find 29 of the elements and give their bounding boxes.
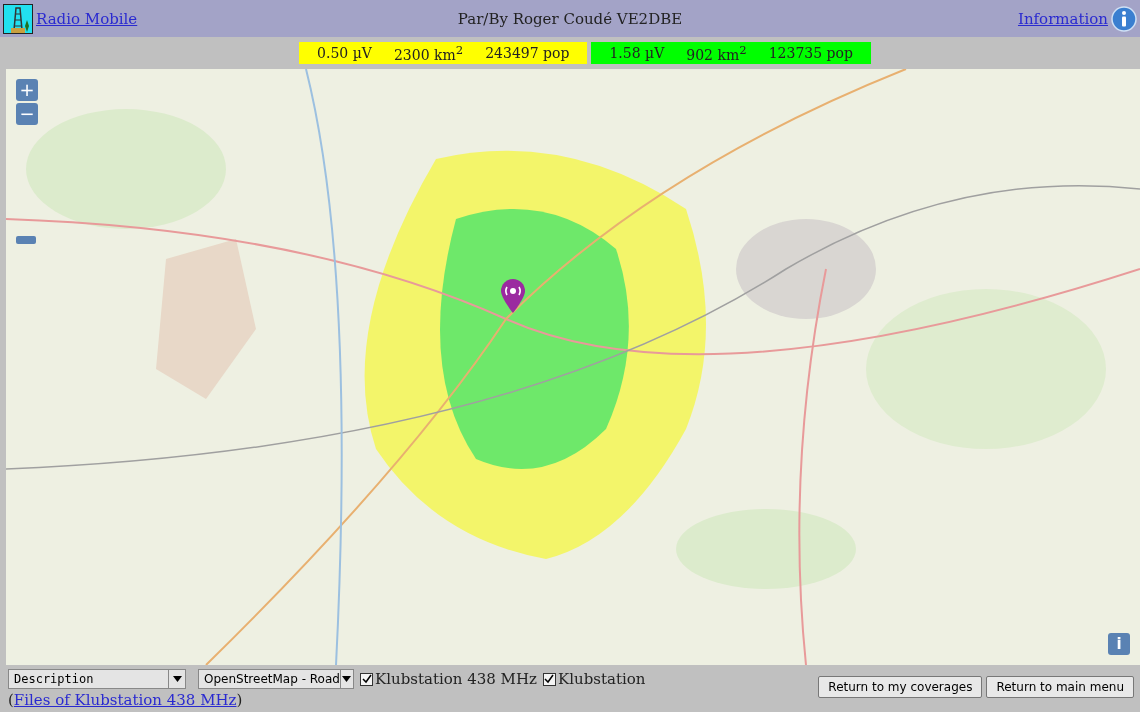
home-link[interactable]: Radio Mobile bbox=[36, 9, 138, 28]
view-select[interactable]: Description bbox=[8, 669, 186, 689]
info-icon[interactable] bbox=[1111, 5, 1137, 32]
information-link[interactable]: Information bbox=[1017, 9, 1108, 28]
parenthesis: ( bbox=[8, 691, 14, 709]
layer-checkbox[interactable] bbox=[360, 672, 373, 686]
signal-level: 1.58 µV bbox=[609, 45, 665, 61]
navigation-button[interactable]: Return to my coverages bbox=[818, 676, 983, 698]
signal-level: 0.50 µV bbox=[317, 45, 372, 61]
map-marker-icon[interactable] bbox=[500, 278, 526, 314]
caret-icon bbox=[172, 676, 182, 682]
population-count: 123735 pop bbox=[768, 45, 853, 61]
coverage-area: 2300 km$^{2}$ bbox=[393, 43, 464, 63]
map-type-select[interactable]: OpenStreetMap - Road bbox=[198, 669, 354, 689]
files-link[interactable]: Files of Klubstation 438 MHz bbox=[13, 691, 237, 709]
coverage-area: 902 km$^{2}$ bbox=[686, 43, 747, 63]
caret-icon bbox=[342, 676, 352, 682]
parenthesis: ) bbox=[236, 691, 243, 709]
population-count: 243497 pop bbox=[485, 45, 570, 61]
zoom-out-button[interactable]: − bbox=[16, 103, 38, 125]
zoom-slider-handle[interactable] bbox=[16, 236, 36, 244]
navigation-button[interactable]: Return to main menu bbox=[986, 676, 1134, 698]
layer-label: Klubstation 438 MHz bbox=[375, 670, 537, 688]
map-info-button[interactable]: i bbox=[1108, 633, 1130, 655]
author-credit: Par/By Roger Coudé VE2DBE bbox=[457, 9, 683, 28]
layer-label: Klubstation bbox=[557, 670, 646, 688]
radio-tower-icon bbox=[3, 3, 33, 34]
zoom-in-button[interactable]: + bbox=[16, 79, 38, 101]
layer-checkbox[interactable] bbox=[542, 672, 556, 686]
